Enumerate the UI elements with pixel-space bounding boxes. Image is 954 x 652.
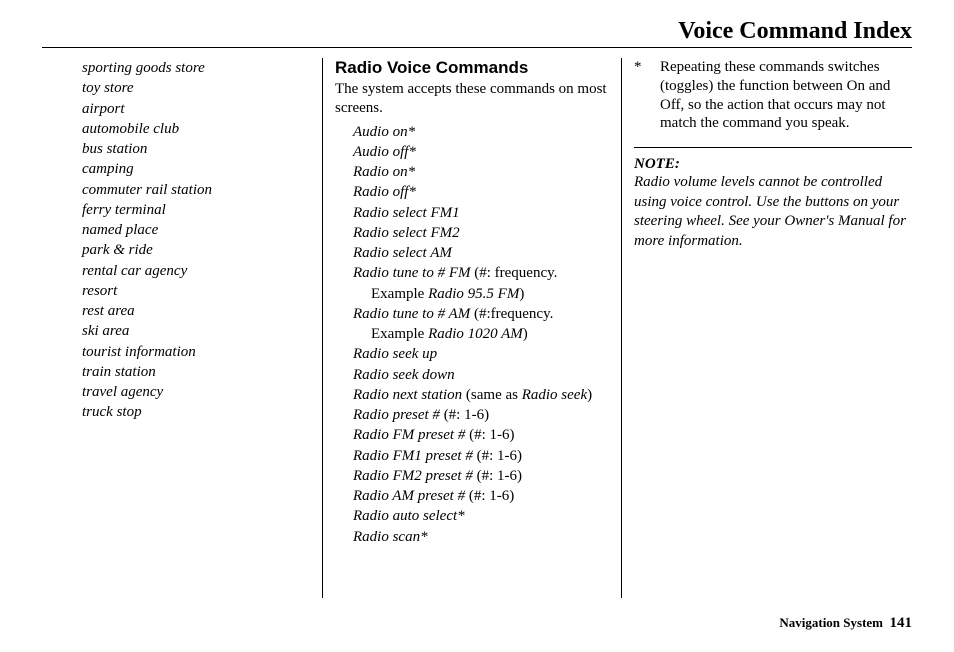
command-item: Radio FM2 preset # (#: 1-6) (335, 466, 609, 486)
asterisk-footnote: * Repeating these commands switches (tog… (634, 58, 912, 133)
divider (634, 147, 912, 148)
section-intro: The system accepts these commands on mos… (335, 80, 609, 118)
asterisk-text: Repeating these commands switches (toggl… (660, 58, 912, 133)
note-heading: NOTE: (634, 156, 912, 173)
list-item: park & ride (82, 240, 310, 260)
column-left: sporting goods store toy store airport a… (42, 58, 322, 598)
command-item: Radio tune to # FM (#: frequency. Exampl… (335, 263, 609, 304)
list-item: train station (82, 362, 310, 382)
command-item: Radio scan* (353, 529, 428, 545)
poi-list: sporting goods store toy store airport a… (82, 58, 310, 423)
command-item: Radio AM preset # (#: 1-6) (335, 486, 609, 506)
list-item: commuter rail station (82, 180, 310, 200)
list-item: bus station (82, 139, 310, 159)
command-item: Radio select AM (353, 245, 452, 261)
list-item: rest area (82, 301, 310, 321)
command-item: Radio select FM1 (353, 205, 460, 221)
list-item: sporting goods store (82, 58, 310, 78)
list-item: named place (82, 220, 310, 240)
command-item: Radio preset # (#: 1-6) (335, 405, 609, 425)
list-item: ferry terminal (82, 200, 310, 220)
content-columns: sporting goods store toy store airport a… (42, 58, 912, 598)
list-item: automobile club (82, 119, 310, 139)
command-item: Radio FM1 preset # (#: 1-6) (335, 446, 609, 466)
page-title: Voice Command Index (678, 18, 912, 44)
list-item: tourist information (82, 342, 310, 362)
page-number: 141 (890, 615, 913, 631)
command-item: Radio off* (353, 184, 416, 200)
command-item: Radio select FM2 (353, 225, 460, 241)
command-item: Radio next station (same as Radio seek) (335, 385, 609, 405)
column-middle: Radio Voice Commands The system accepts … (322, 58, 622, 598)
list-item: camping (82, 159, 310, 179)
command-list: Audio on* Audio off* Radio on* Radio off… (335, 122, 609, 547)
list-item: resort (82, 281, 310, 301)
list-item: rental car agency (82, 261, 310, 281)
note-body: Radio volume levels cannot be controlled… (634, 173, 912, 251)
command-item: Radio auto select* (353, 508, 465, 524)
command-item: Radio tune to # AM (#:frequency. Example… (335, 304, 609, 345)
list-item: truck stop (82, 402, 310, 422)
list-item: ski area (82, 321, 310, 341)
list-item: toy store (82, 78, 310, 98)
column-right: * Repeating these commands switches (tog… (622, 58, 912, 598)
command-item: Radio FM preset # (#: 1-6) (335, 425, 609, 445)
footer-label: Navigation System (779, 615, 883, 630)
command-item: Radio seek up (353, 346, 437, 362)
command-item: Audio off* (353, 144, 416, 160)
asterisk-symbol: * (634, 58, 660, 133)
header-rule: Voice Command Index (42, 18, 912, 48)
section-heading: Radio Voice Commands (335, 58, 609, 78)
command-item: Audio on* (353, 124, 415, 140)
command-item: Radio on* (353, 164, 415, 180)
page: Voice Command Index sporting goods store… (0, 0, 954, 652)
page-footer: Navigation System 141 (779, 615, 912, 632)
list-item: travel agency (82, 382, 310, 402)
list-item: airport (82, 99, 310, 119)
command-item: Radio seek down (353, 367, 455, 383)
